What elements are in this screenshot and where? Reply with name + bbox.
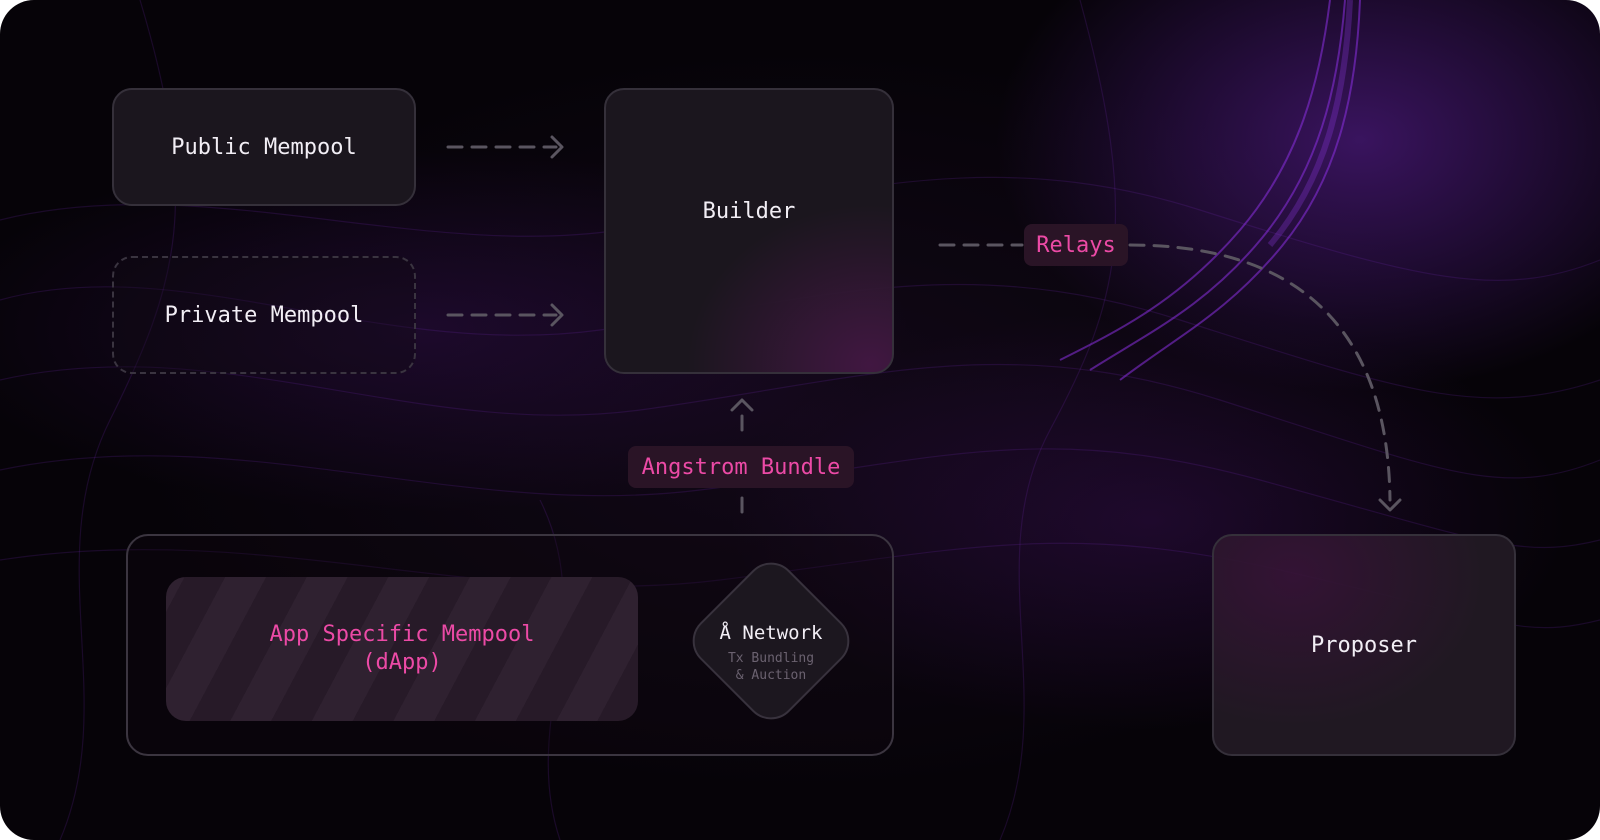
builder-arrow-head	[730, 398, 754, 412]
proposer-arrow-head	[1378, 498, 1402, 512]
relays-to-proposer-line	[1128, 243, 1392, 502]
angstrom-bundle-label: Angstrom Bundle	[628, 446, 854, 488]
connectors	[446, 135, 1402, 514]
relays-label: Relays	[1024, 224, 1128, 266]
diagram-canvas: Public Mempool Private Mempool Builder P…	[0, 0, 1600, 840]
